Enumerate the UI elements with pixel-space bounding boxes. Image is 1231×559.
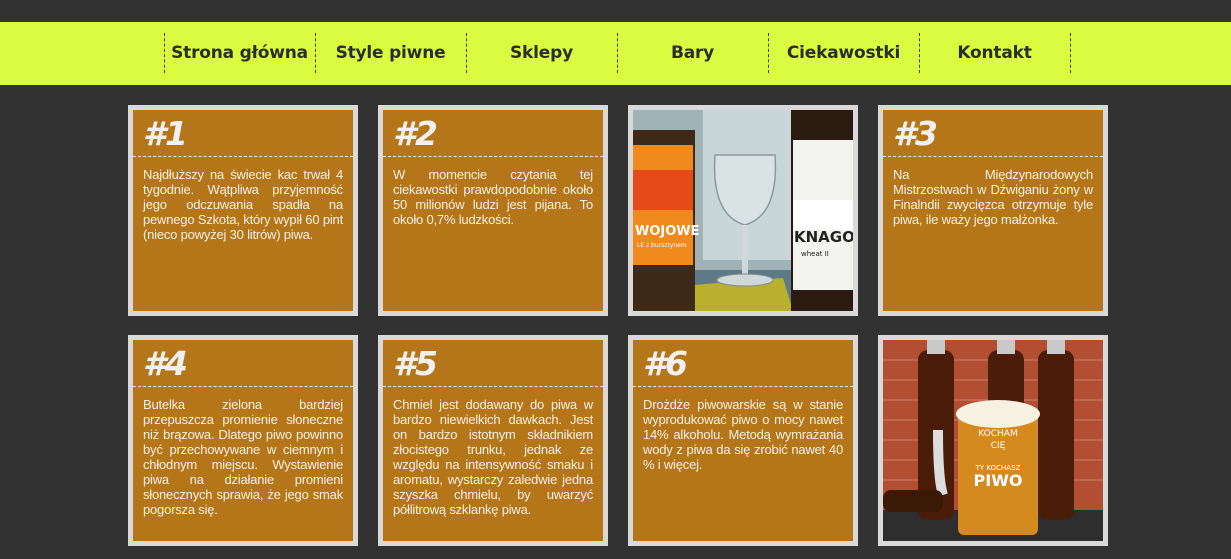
fact-card-5: #5 Chmiel jest dodawany do piwa w bardzo… xyxy=(378,335,608,546)
fact-card-4: #4 Butelka zielona bardziej przepuszcza … xyxy=(128,335,358,546)
fact-text: Na Międzynarodowych Mistrzostwach w Dźwi… xyxy=(893,167,1093,227)
nav-item-bars[interactable]: Bary xyxy=(617,33,767,73)
bottle-label-left-sub: LE z bursztynem xyxy=(637,242,687,249)
nav-item-shops[interactable]: Sklepy xyxy=(466,33,616,73)
mug-text-line1: KOCHAM xyxy=(978,429,1017,439)
mug-text-line2: CIĘ xyxy=(991,441,1006,451)
fact-number: #4 xyxy=(143,344,188,383)
fact-number: #6 xyxy=(643,344,688,383)
bottle-label-right-sub: wheat II xyxy=(801,250,829,258)
main-nav: Strona główna Style piwne Sklepy Bary Ci… xyxy=(0,22,1231,85)
beer-mug-photo: KOCHAM CIĘ TY KOCHASZ PIWO xyxy=(883,340,1103,541)
photo-card-beer-glass: WOJOWE LE z bursztynem KNAGO wheat II xyxy=(628,105,858,316)
fact-card-3: #3 Na Międzynarodowych Mistrzostwach w D… xyxy=(878,105,1108,316)
bottle-label-left: WOJOWE xyxy=(635,224,700,239)
nav-item-trivia[interactable]: Ciekawostki xyxy=(768,33,918,73)
fact-card-6: #6 Drożdże piwowarskie są w stanie wypro… xyxy=(628,335,858,546)
top-strip xyxy=(0,0,1231,22)
fact-card-1: #1 Najdłuższy na świecie kac trwał 4 tyg… xyxy=(128,105,358,316)
nav-item-contact[interactable]: Kontakt xyxy=(919,33,1069,73)
nav-divider xyxy=(1070,33,1071,73)
fact-text: Butelka zielona bardziej przepuszcza pro… xyxy=(143,397,343,517)
mug-text-line4: PIWO xyxy=(974,471,1023,490)
beer-glass-photo: WOJOWE LE z bursztynem KNAGO wheat II xyxy=(633,110,853,311)
fact-number: #2 xyxy=(393,114,438,153)
fact-text: Chmiel jest dodawany do piwa w bardzo ni… xyxy=(393,397,593,517)
fact-number: #3 xyxy=(893,114,938,153)
fact-text: W momencie czytania tej ciekawostki praw… xyxy=(393,167,593,227)
fact-number: #5 xyxy=(393,344,438,383)
fact-text: Najdłuższy na świecie kac trwał 4 tygodn… xyxy=(143,167,343,242)
fact-number: #1 xyxy=(143,114,188,153)
nav-item-beer-styles[interactable]: Style piwne xyxy=(315,33,465,73)
bottle-label-right: KNAGO xyxy=(794,228,853,246)
nav-item-home[interactable]: Strona główna xyxy=(164,33,314,73)
fact-text: Drożdże piwowarskie są w stanie wyproduk… xyxy=(643,397,843,472)
photo-card-beer-mug: KOCHAM CIĘ TY KOCHASZ PIWO xyxy=(878,335,1108,546)
fact-card-2: #2 W momencie czytania tej ciekawostki p… xyxy=(378,105,608,316)
